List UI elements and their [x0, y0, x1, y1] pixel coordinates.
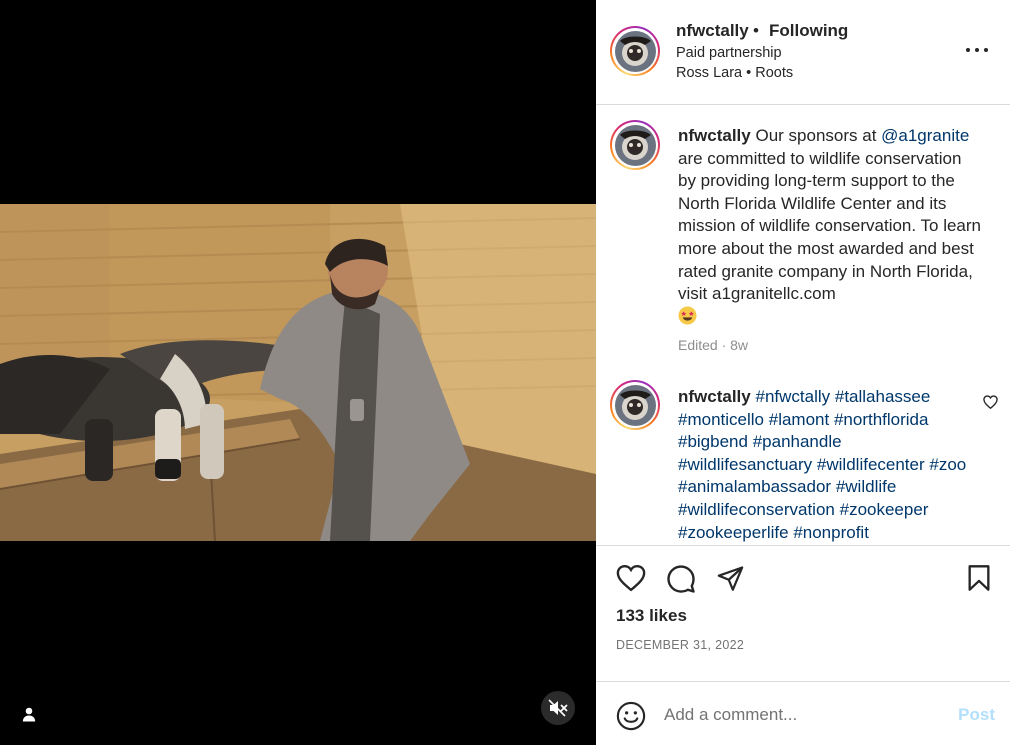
likes-count[interactable]: 133 likes: [616, 606, 687, 626]
user-tag-button[interactable]: [15, 700, 43, 728]
hashtag-link[interactable]: #zoo: [929, 455, 966, 474]
hashtag-link[interactable]: #panhandle: [753, 432, 842, 451]
hashtag-link[interactable]: #animalambassador: [678, 477, 831, 496]
more-options-icon: [966, 48, 970, 52]
hashtag-comment: nfwctally #nfwctally #tallahassee #monti…: [678, 386, 968, 544]
hashtag-list: #nfwctally #tallahassee #monticello #lam…: [678, 387, 966, 542]
comment-author-avatar[interactable]: [610, 380, 660, 430]
avatar-image: [614, 384, 656, 426]
hashtag-link[interactable]: #nonprofit: [793, 523, 869, 542]
hashtag-link[interactable]: #wildlifeconservation: [678, 500, 835, 519]
share-icon: [717, 566, 744, 591]
mute-toggle-button[interactable]: [541, 691, 575, 725]
hashtag-link[interactable]: #wildlife: [836, 477, 896, 496]
heart-icon: [983, 395, 998, 410]
hashtag-link[interactable]: #nfwctally: [755, 387, 830, 406]
avatar-image: [614, 124, 656, 166]
user-tag-icon: [22, 707, 36, 721]
audio-artist-link[interactable]: Ross Lara: [676, 65, 742, 81]
audio-separator: •: [742, 65, 756, 81]
bookmark-icon: [968, 565, 990, 591]
caption-text-part: are committed to wildlife conservation b…: [678, 148, 981, 304]
heart-icon: [616, 564, 646, 592]
follow-separator: •: [753, 21, 759, 40]
following-button[interactable]: Following: [769, 21, 848, 41]
comment-icon: [667, 565, 695, 593]
comment-button[interactable]: [666, 564, 696, 599]
hashtag-link[interactable]: #lamont: [769, 410, 829, 429]
audio-attribution: Ross Lara • Roots: [676, 65, 793, 81]
hashtag-link[interactable]: #zookeeperlife: [678, 523, 789, 542]
caption-text: nfwctally Our sponsors at @a1granite are…: [678, 125, 983, 328]
star-struck-emoji: [678, 306, 697, 325]
add-comment-bar: Post: [596, 681, 1010, 745]
comment-username[interactable]: nfwctally: [678, 387, 751, 406]
hashtag-link[interactable]: #bigbend: [678, 432, 748, 451]
share-button[interactable]: [716, 564, 745, 597]
hashtag-link[interactable]: #tallahassee: [835, 387, 930, 406]
save-button[interactable]: [966, 564, 992, 597]
like-button[interactable]: [616, 564, 646, 597]
hashtag-link[interactable]: #wildlifesanctuary: [678, 455, 812, 474]
post-details-panel: nfwctally • Following Paid partnership R…: [596, 0, 1010, 745]
hashtag-link[interactable]: #monticello: [678, 410, 764, 429]
post-header: nfwctally • Following Paid partnership R…: [596, 0, 1010, 105]
video-player[interactable]: [0, 204, 596, 541]
comments-list[interactable]: nfwctally Our sponsors at @a1granite are…: [596, 105, 1010, 545]
post-actions: 133 likes DECEMBER 31, 2022: [596, 545, 1010, 681]
mention-link[interactable]: @a1granite: [881, 126, 969, 145]
avatar-image: [614, 30, 656, 72]
hashtag-link[interactable]: #zookeeper: [840, 500, 929, 519]
audio-track-link[interactable]: Roots: [755, 65, 793, 81]
hashtag-link[interactable]: #wildlifecenter: [817, 455, 925, 474]
post-media[interactable]: [0, 0, 596, 745]
muted-speaker-icon: [548, 699, 568, 717]
hashtag-link[interactable]: #northflorida: [834, 410, 929, 429]
paid-partnership-label[interactable]: Paid partnership: [676, 45, 782, 61]
caption-username[interactable]: nfwctally: [678, 126, 751, 145]
caption-text-part: Our sponsors at: [750, 126, 882, 145]
post-date[interactable]: DECEMBER 31, 2022: [616, 638, 744, 652]
author-avatar[interactable]: [610, 26, 660, 76]
post-comment-button[interactable]: Post: [958, 705, 995, 725]
more-options-button[interactable]: [962, 40, 992, 60]
author-username[interactable]: nfwctally: [676, 21, 749, 41]
emoji-icon: [616, 701, 646, 731]
caption-edited-meta[interactable]: Edited · 8w: [678, 337, 748, 353]
emoji-picker-button[interactable]: [616, 701, 646, 736]
comment-input[interactable]: [664, 702, 934, 728]
caption-author-avatar[interactable]: [610, 120, 660, 170]
video-frame-anteater-keeper: [0, 204, 596, 541]
comment-like-button[interactable]: [983, 395, 998, 414]
